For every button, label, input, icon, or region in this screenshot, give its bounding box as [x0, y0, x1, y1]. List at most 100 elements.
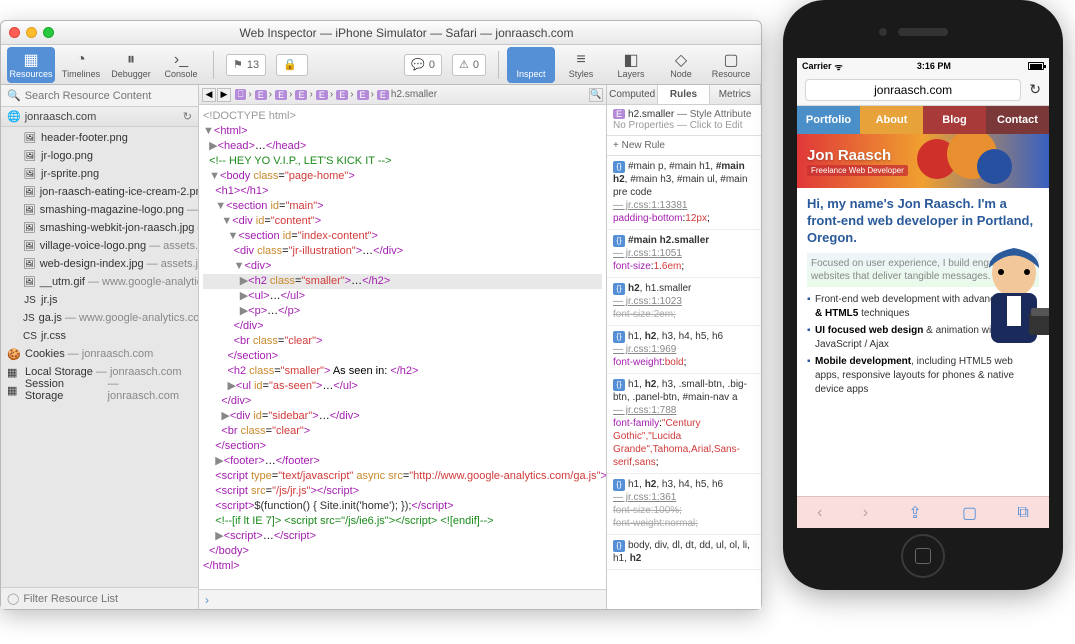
nav-tab-blog[interactable]: Blog: [923, 106, 986, 134]
file-item[interactable]: CSjr.css: [1, 327, 198, 345]
minimize-button[interactable]: [26, 27, 37, 38]
crumb-seg[interactable]: E›: [316, 89, 333, 100]
toolbar-node[interactable]: ◇Node: [657, 47, 705, 83]
file-item[interactable]: 🖼jr-logo.png: [1, 147, 198, 165]
titlebar[interactable]: Web Inspector — iPhone Simulator — Safar…: [1, 21, 761, 45]
domain-row[interactable]: 🌐 jonraasch.com ↻: [1, 107, 198, 127]
dom-line[interactable]: ▼<body class="page-home">: [203, 169, 602, 184]
dom-line[interactable]: ▼<section id="index-content">: [203, 229, 602, 244]
file-item[interactable]: 🖼smashing-magazine-logo.png— assets.jo…: [1, 201, 198, 219]
file-item[interactable]: 🖼jr-sprite.png: [1, 165, 198, 183]
styles-tab-metrics[interactable]: Metrics: [710, 85, 761, 104]
dom-line[interactable]: <h1></h1>: [203, 184, 602, 199]
dom-line[interactable]: ▶<footer>…</footer>: [203, 454, 602, 469]
dom-line[interactable]: <br class="clear">: [203, 424, 602, 439]
pill[interactable]: ⚑13: [226, 54, 266, 76]
bookmarks-icon[interactable]: ▢: [962, 503, 977, 523]
storage-item[interactable]: ▦Session Storage— jonraasch.com: [1, 381, 198, 399]
dom-line[interactable]: ▼<html>: [203, 124, 602, 139]
toolbar-debugger[interactable]: ⏸Debugger: [107, 47, 155, 83]
file-item[interactable]: 🖼web-design-index.jpg— assets.jonraasch…: [1, 255, 198, 273]
crumb-seg[interactable]: E›: [275, 89, 292, 100]
dom-line[interactable]: ▶<h2 class="smaller">…</h2>: [203, 274, 602, 289]
toolbar-styles[interactable]: ≡Styles: [557, 47, 605, 83]
pill[interactable]: ⚠0: [452, 54, 486, 76]
toolbar-resources[interactable]: ▦Resources: [7, 47, 55, 83]
dom-line[interactable]: ▼<div id="content">: [203, 214, 602, 229]
dom-line[interactable]: </section>: [203, 349, 602, 364]
dom-line[interactable]: ▶<ul>…</ul>: [203, 289, 602, 304]
search-input[interactable]: [25, 90, 192, 102]
file-item[interactable]: JSga.js— www.google-analytics.com: [1, 309, 198, 327]
toolbar-resource[interactable]: ▢Resource: [707, 47, 755, 83]
crumb-search-icon[interactable]: 🔍: [589, 88, 603, 102]
dom-line[interactable]: <script type="text/javascript" async src…: [203, 469, 602, 484]
toolbar-inspect[interactable]: ✶Inspect: [507, 47, 555, 83]
share-icon[interactable]: ⇪: [908, 503, 921, 523]
dom-line[interactable]: </section>: [203, 439, 602, 454]
dom-line[interactable]: ▶<ul id="as-seen">…</ul>: [203, 379, 602, 394]
dom-line[interactable]: ▶<div id="sidebar">…</div>: [203, 409, 602, 424]
back-icon[interactable]: ‹: [817, 504, 822, 522]
nav-tab-about[interactable]: About: [860, 106, 923, 134]
crumb-seg[interactable]: ⎕›: [235, 89, 252, 100]
pill[interactable]: 💬0: [404, 54, 442, 76]
close-button[interactable]: [9, 27, 20, 38]
nav-tab-portfolio[interactable]: Portfolio: [797, 106, 860, 134]
dom-tree[interactable]: <!DOCTYPE html>▼<html> ▶<head>…</head> <…: [199, 105, 606, 589]
dom-line[interactable]: ▶<p>…</p>: [203, 304, 602, 319]
new-rule-button[interactable]: + New Rule: [607, 136, 761, 156]
url-field[interactable]: jonraasch.com: [805, 79, 1021, 101]
rule-header[interactable]: Eh2.smaller — Style Attribute No Propert…: [607, 105, 761, 136]
back-button[interactable]: ◀: [202, 88, 216, 102]
file-item[interactable]: 🖼smashing-webkit-jon-raasch.jpg— asset…: [1, 219, 198, 237]
file-item[interactable]: JSjr.js: [1, 291, 198, 309]
file-item[interactable]: 🖼header-footer.png: [1, 129, 198, 147]
dom-line[interactable]: <div class="jr-illustration">…</div>: [203, 244, 602, 259]
tabs-icon[interactable]: ⧉: [1017, 504, 1028, 522]
toolbar-timelines[interactable]: ◔Timelines: [57, 47, 105, 83]
home-button[interactable]: [901, 534, 945, 578]
css-rule[interactable]: {}h1, h2, h3, h4, h5, h6— jr.css:1:361fo…: [607, 474, 761, 535]
reload-icon[interactable]: ↻: [1029, 81, 1041, 98]
forward-button[interactable]: ▶: [217, 88, 231, 102]
forward-icon[interactable]: ›: [863, 504, 868, 522]
styles-tab-computed[interactable]: Computed: [607, 85, 658, 104]
dom-line[interactable]: ▼<div>: [203, 259, 602, 274]
zoom-button[interactable]: [43, 27, 54, 38]
css-rule[interactable]: {}h1, h2, h3, .small-btn, .big-btn, .pan…: [607, 374, 761, 474]
dom-line[interactable]: ▶<head>…</head>: [203, 139, 602, 154]
file-item[interactable]: 🖼village-voice-logo.png— assets.jonraasc…: [1, 237, 198, 255]
crumb-last[interactable]: Eh2.smaller: [377, 89, 437, 100]
dom-line[interactable]: <script src="/js/jr.js"></script>: [203, 484, 602, 499]
crumb-seg[interactable]: E›: [357, 89, 374, 100]
file-item[interactable]: 🖼jon-raasch-eating-ice-cream-2.png— as…: [1, 183, 198, 201]
dom-line[interactable]: <!--[if lt IE 7]> <script src="/js/ie6.j…: [203, 514, 602, 529]
dom-line[interactable]: </div>: [203, 394, 602, 409]
css-rule[interactable]: {}h1, h2, h3, h4, h5, h6— jr.css:1:969fo…: [607, 326, 761, 374]
crumb-seg[interactable]: E›: [336, 89, 353, 100]
filter-input[interactable]: [23, 593, 192, 605]
pill[interactable]: 🔒: [276, 54, 308, 76]
css-rule[interactable]: {}#main p, #main h1, #main h2, #main h3,…: [607, 156, 761, 230]
refresh-icon[interactable]: ↻: [183, 110, 192, 123]
dom-line[interactable]: </body>: [203, 544, 602, 559]
dom-line[interactable]: <br class="clear">: [203, 334, 602, 349]
dom-line[interactable]: <script>$(function() { Site.init('home')…: [203, 499, 602, 514]
dom-line[interactable]: </div>: [203, 319, 602, 334]
dom-line[interactable]: ▶<script>…</script>: [203, 529, 602, 544]
crumb-seg[interactable]: E›: [295, 89, 312, 100]
dom-line[interactable]: <!-- HEY YO V.I.P., LET'S KICK IT -->: [203, 154, 602, 169]
nav-tab-contact[interactable]: Contact: [986, 106, 1049, 134]
dom-line[interactable]: ▼<section id="main">: [203, 199, 602, 214]
styles-tab-rules[interactable]: Rules: [658, 85, 709, 104]
dom-line[interactable]: </html>: [203, 559, 602, 574]
css-rule[interactable]: {}h2, h1.smaller— jr.css:1:1023font-size…: [607, 278, 761, 326]
toolbar-console[interactable]: ›_Console: [157, 47, 205, 83]
console-prompt[interactable]: ›: [199, 589, 606, 609]
dom-line[interactable]: <h2 class="smaller"> As seen in: </h2>: [203, 364, 602, 379]
css-rule[interactable]: {}body, div, dl, dt, dd, ul, ol, li, h1,…: [607, 535, 761, 570]
file-item[interactable]: 🖼__utm.gif— www.google-analytics.com: [1, 273, 198, 291]
crumb-seg[interactable]: E›: [255, 89, 272, 100]
storage-item[interactable]: 🍪Cookies— jonraasch.com: [1, 345, 198, 363]
